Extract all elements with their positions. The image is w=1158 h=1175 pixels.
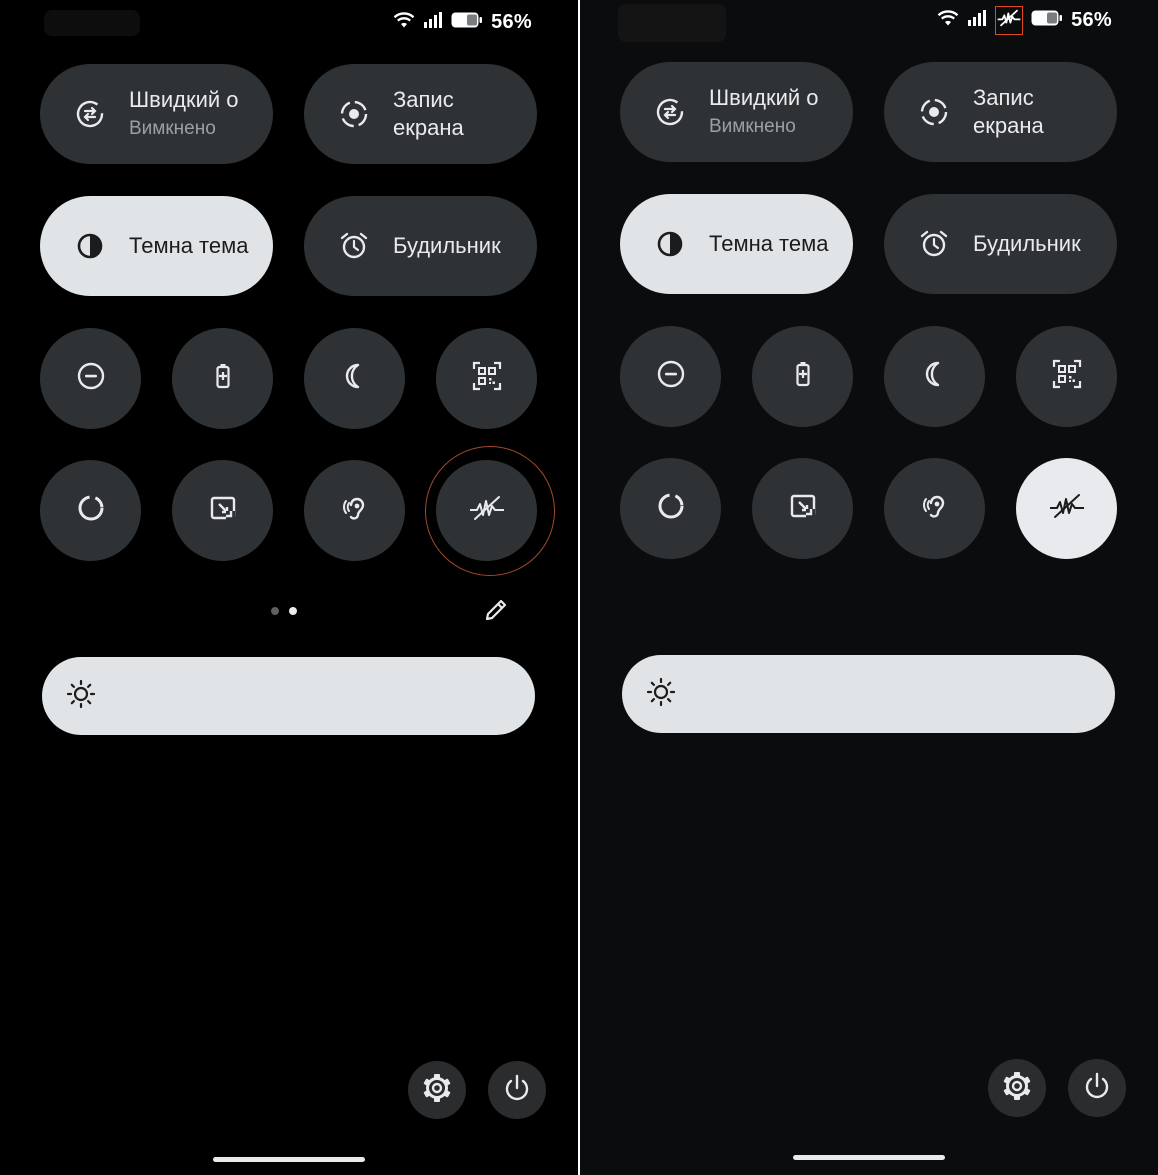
- battery-saver-icon: [208, 361, 238, 396]
- alarm-title: Будильник: [973, 231, 1081, 256]
- home-indicator[interactable]: [213, 1157, 365, 1162]
- screen-record-title-line1: Запис: [973, 85, 1034, 110]
- qr-scanner-icon: [1052, 359, 1082, 394]
- redacted-clock: [44, 10, 140, 36]
- quick-share-status: Вимкнено: [129, 118, 216, 139]
- screen-record-title-line2: екрана: [973, 113, 1044, 138]
- alarm-title: Будильник: [393, 233, 501, 258]
- quick-share-icon: [654, 96, 686, 128]
- sound-wave-off-icon: [469, 493, 505, 528]
- do-not-disturb-icon: [656, 359, 686, 394]
- gear-icon: [421, 1072, 453, 1109]
- night-mode-tile[interactable]: [884, 326, 985, 427]
- sound-wave-off-tile[interactable]: [436, 460, 537, 561]
- alarm-tile[interactable]: Будильник: [304, 196, 537, 296]
- quick-share-title: Швидкий о: [709, 85, 819, 110]
- do-not-disturb-tile[interactable]: [40, 328, 141, 429]
- screenshot-icon: [208, 493, 238, 528]
- sound-wave-off-status-icon: [995, 5, 1024, 35]
- cellular-signal-icon: [967, 9, 987, 32]
- brightness-slider[interactable]: [622, 655, 1115, 733]
- quick-share-tile[interactable]: Швидкий о Вимкнено: [620, 62, 853, 162]
- dark-theme-tile[interactable]: Темна тема: [40, 196, 273, 296]
- settings-button[interactable]: [408, 1061, 466, 1119]
- brightness-icon: [646, 677, 676, 712]
- page-dot-1[interactable]: [271, 607, 279, 615]
- data-saver-icon: [76, 493, 106, 528]
- page-dot-2[interactable]: [289, 607, 297, 615]
- do-not-disturb-tile[interactable]: [620, 326, 721, 427]
- screen-record-title-line2: екрана: [393, 115, 464, 140]
- do-not-disturb-icon: [76, 361, 106, 396]
- dark-theme-icon: [74, 230, 106, 262]
- alarm-clock-icon: [338, 230, 370, 262]
- power-button[interactable]: [488, 1061, 546, 1119]
- edit-tiles-button[interactable]: [480, 596, 512, 628]
- screenshot-icon: [788, 491, 818, 526]
- alarm-tile[interactable]: Будильник: [884, 194, 1117, 294]
- screen-record-tile[interactable]: Запис екрана: [884, 62, 1117, 162]
- screenshot-tile[interactable]: [752, 458, 853, 559]
- redacted-clock: [618, 4, 726, 42]
- quick-share-title: Швидкий о: [129, 87, 239, 112]
- dark-theme-tile[interactable]: Темна тема: [620, 194, 853, 294]
- status-bar: 56%: [937, 5, 1112, 35]
- night-mode-icon: [920, 359, 950, 394]
- settings-button[interactable]: [988, 1059, 1046, 1117]
- brightness-icon: [66, 679, 96, 714]
- hearing-aid-icon: [920, 491, 950, 526]
- battery-icon: [1031, 9, 1063, 32]
- home-indicator[interactable]: [793, 1155, 945, 1160]
- status-bar: 56%: [393, 8, 532, 36]
- data-saver-tile[interactable]: [620, 458, 721, 559]
- data-saver-icon: [656, 491, 686, 526]
- data-saver-tile[interactable]: [40, 460, 141, 561]
- battery-icon: [451, 11, 483, 34]
- battery-saver-tile[interactable]: [172, 328, 273, 429]
- screen-record-icon: [918, 96, 950, 128]
- qr-scanner-tile[interactable]: [1016, 326, 1117, 427]
- quick-share-tile[interactable]: Швидкий о Вимкнено: [40, 64, 273, 164]
- night-mode-tile[interactable]: [304, 328, 405, 429]
- sound-wave-off-icon: [1049, 491, 1085, 526]
- battery-saver-icon: [788, 359, 818, 394]
- alarm-clock-icon: [918, 228, 950, 260]
- brightness-slider[interactable]: [42, 657, 535, 735]
- dark-theme-icon: [654, 228, 686, 260]
- hearing-aid-icon: [340, 493, 370, 528]
- screen-record-icon: [338, 98, 370, 130]
- qr-scanner-tile[interactable]: [436, 328, 537, 429]
- night-mode-icon: [340, 361, 370, 396]
- dark-theme-title: Темна тема: [129, 233, 249, 258]
- screen-record-title-line1: Запис: [393, 87, 454, 112]
- power-button[interactable]: [1068, 1059, 1126, 1117]
- battery-percentage: 56%: [491, 10, 532, 33]
- hearing-aid-tile[interactable]: [304, 460, 405, 561]
- wifi-icon: [393, 11, 415, 34]
- screen-record-tile[interactable]: Запис екрана: [304, 64, 537, 164]
- sound-wave-off-tile[interactable]: [1016, 458, 1117, 559]
- quick-share-icon: [74, 98, 106, 130]
- quick-settings-panel-after: 56% Швидкий о Вимкнено Запис екрана Темн…: [580, 0, 1158, 1175]
- screenshot-tile[interactable]: [172, 460, 273, 561]
- wifi-icon: [937, 9, 959, 32]
- qr-scanner-icon: [472, 361, 502, 396]
- gear-icon: [1001, 1070, 1033, 1107]
- power-icon: [1082, 1071, 1112, 1106]
- power-icon: [502, 1073, 532, 1108]
- dark-theme-title: Темна тема: [709, 231, 829, 256]
- page-indicator[interactable]: [271, 607, 297, 615]
- hearing-aid-tile[interactable]: [884, 458, 985, 559]
- battery-saver-tile[interactable]: [752, 326, 853, 427]
- pencil-icon: [483, 597, 509, 628]
- quick-settings-panel-before: 56% Швидкий о Вимкнено Запис екрана Темн…: [0, 0, 578, 1175]
- cellular-signal-icon: [423, 11, 443, 34]
- quick-share-status: Вимкнено: [709, 116, 796, 137]
- battery-percentage: 56%: [1071, 8, 1112, 31]
